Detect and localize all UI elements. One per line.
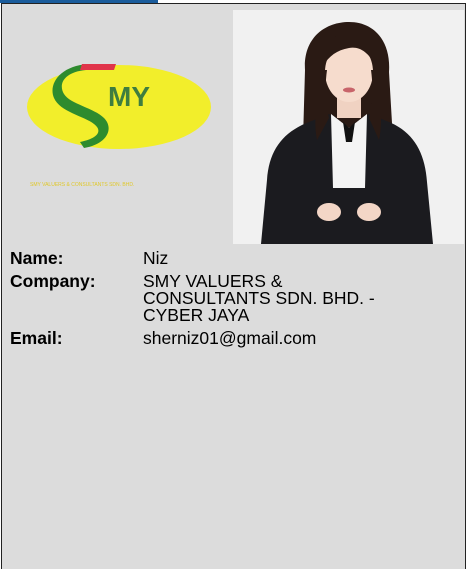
company-value-line: CYBER JAYA [143, 305, 250, 325]
email-label: Email: [10, 328, 63, 348]
company-logo: MY SMY VALUERS & CONSULTANTS SDN. BHD. [24, 62, 219, 197]
name-label: Name: [10, 248, 64, 268]
email-value-line[interactable]: sherniz01@gmail.com [143, 329, 460, 347]
profile-card: MY SMY VALUERS & CONSULTANTS SDN. BHD. N… [1, 3, 466, 569]
company-label: Company: [10, 271, 96, 291]
profile-photo [233, 10, 464, 244]
field-row-company: Company: SMY VALUERS & CONSULTANTS SDN. … [10, 271, 460, 325]
logo-monogram: MY [108, 81, 150, 112]
company-value: SMY VALUERS & CONSULTANTS SDN. BHD. - CY… [143, 272, 460, 325]
smy-logo-icon: MY SMY VALUERS & CONSULTANTS SDN. BHD. [27, 64, 211, 188]
person-photo-icon [233, 10, 464, 244]
field-row-email: Email: sherniz01@gmail.com [10, 328, 460, 348]
field-row-name: Name: Niz [10, 248, 460, 268]
logo-tagline: SMY VALUERS & CONSULTANTS SDN. BHD. [30, 182, 134, 188]
email-value[interactable]: sherniz01@gmail.com [143, 329, 460, 347]
name-value-line: Niz [143, 248, 169, 268]
profile-fields: Name: Niz Company: SMY VALUERS & CONSULT… [10, 248, 460, 353]
name-value: Niz [143, 248, 460, 268]
